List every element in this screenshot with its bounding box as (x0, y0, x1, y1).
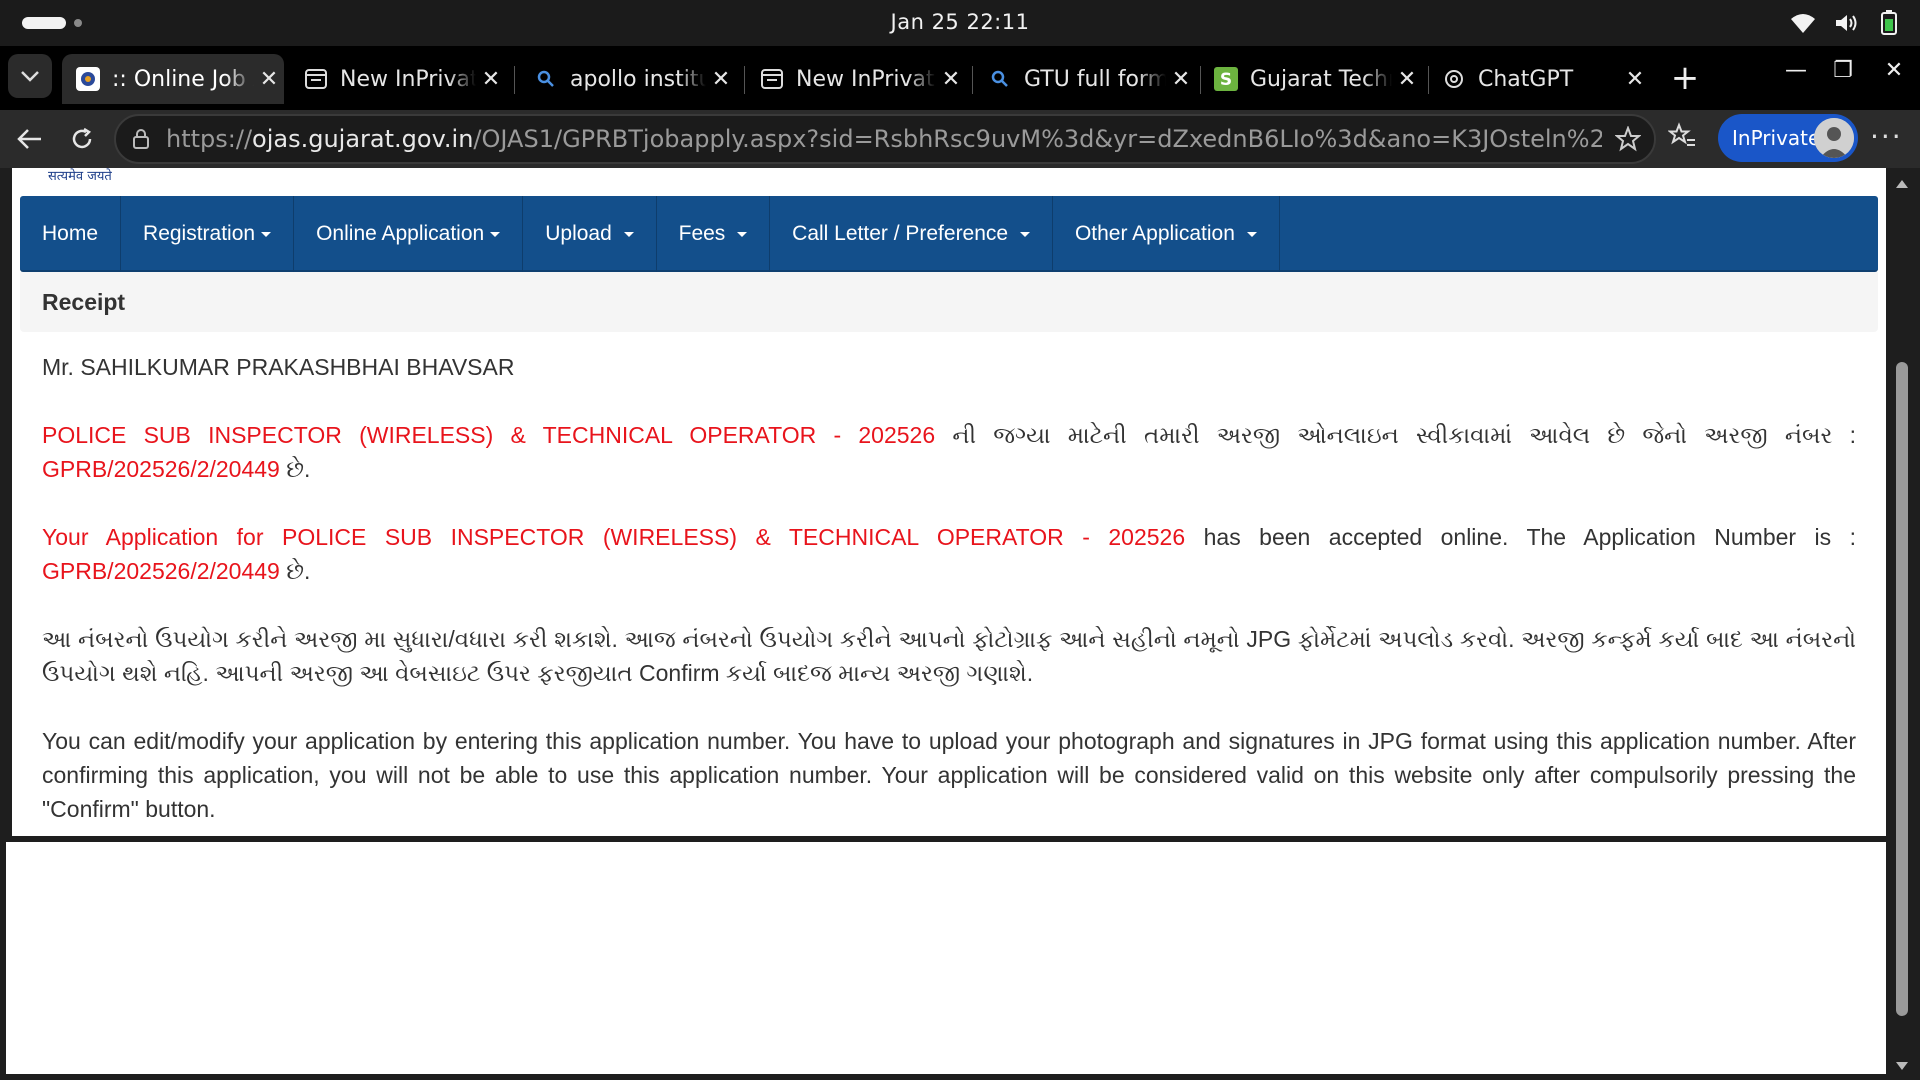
arrow-left-icon (17, 129, 41, 149)
english-acceptance-message: Your Application for POLICE SUB INSPECTO… (42, 524, 1857, 584)
caret-down-icon (1019, 231, 1030, 237)
tab-strip: :: Online Job Application System ✕ New I… (0, 46, 1920, 110)
more-options-button[interactable]: ··· (1870, 120, 1903, 153)
scroll-up-arrow-icon[interactable] (1896, 180, 1908, 188)
new-tab-button[interactable]: + (1666, 60, 1704, 98)
nav-fees[interactable]: Fees (657, 196, 771, 272)
nav-online-application[interactable]: Online Application (294, 196, 524, 272)
os-top-bar: Jan 25 22:11 (0, 0, 1920, 46)
inprivate-profile-button[interactable]: InPrivate (1718, 114, 1858, 162)
close-tab-icon[interactable]: ✕ (1392, 67, 1422, 92)
svg-text:S: S (1220, 70, 1232, 90)
emblem-caption: सत्यमेव जयते (48, 169, 112, 184)
back-button[interactable] (10, 119, 50, 159)
gujarati-acceptance-message: POLICE SUB INSPECTOR (WIRELESS) & TECHNI… (42, 422, 1856, 482)
caret-down-icon (1246, 231, 1257, 237)
inprivate-tab-icon (760, 67, 784, 91)
os-clock[interactable]: Jan 25 22:11 (0, 10, 1920, 34)
receipt-heading: Receipt (20, 272, 1878, 332)
browser-viewport: सत्यमेव जयते Home Registration Online Ap… (0, 168, 1920, 1080)
close-window-button[interactable]: ✕ (1874, 58, 1914, 83)
address-bar[interactable]: https://ojas.gujarat.gov.in/OJAS1/GPRBTj… (114, 114, 1656, 164)
vertical-scrollbar[interactable] (1888, 168, 1916, 1080)
nav-call-letter-preference[interactable]: Call Letter / Preference (770, 196, 1053, 272)
site-info-icon[interactable] (116, 128, 166, 150)
web-page: सत्यमेव जयते Home Registration Online Ap… (12, 168, 1886, 836)
close-tab-icon[interactable]: ✕ (936, 67, 966, 92)
chatgpt-icon (1442, 67, 1466, 91)
chevron-down-icon (21, 71, 39, 82)
ojas-emblem-icon (76, 67, 100, 91)
tab-ojas[interactable]: :: Online Job Application System ✕ (62, 54, 284, 104)
close-tab-icon[interactable]: ✕ (1166, 67, 1196, 92)
tab-new-inprivate-2[interactable]: New InPrivate tab ✕ (746, 54, 966, 104)
scroll-down-arrow-icon[interactable] (1896, 1062, 1908, 1070)
nav-home[interactable]: Home (20, 196, 122, 272)
wifi-icon[interactable] (1790, 12, 1816, 34)
s-logo-icon: S (1214, 67, 1238, 91)
close-tab-icon[interactable]: ✕ (476, 67, 506, 92)
caret-down-icon (737, 231, 748, 237)
page-blank-area (6, 842, 1886, 1074)
receipt-content: Mr. SAHILKUMAR PRAKASHBHAI BHAVSAR POLIC… (42, 350, 1856, 836)
avatar (1814, 118, 1854, 158)
scrollbar-thumb[interactable] (1896, 362, 1908, 1016)
tab-chatgpt[interactable]: ChatGPT ✕ (1428, 54, 1650, 104)
caret-down-icon (490, 231, 501, 237)
tab-new-inprivate-1[interactable]: New InPrivate tab ✕ (290, 54, 506, 104)
tab-gtu-search[interactable]: GTU full form ✕ (974, 54, 1196, 104)
nav-other-application[interactable]: Other Application (1053, 196, 1280, 272)
close-tab-icon[interactable]: ✕ (254, 67, 284, 92)
favorites-icon (1667, 122, 1695, 146)
english-instructions: You can edit/modify your application by … (42, 728, 1856, 822)
site-navbar: Home Registration Online Application Upl… (20, 196, 1878, 272)
tab-actions-menu-button[interactable] (8, 54, 52, 98)
close-tab-icon[interactable]: ✕ (706, 67, 736, 92)
nav-upload[interactable]: Upload (523, 196, 657, 272)
gujarati-instructions: આ નંબરનો ઉપયોગ કરીને અરજી મા સુધારા/વધાર… (42, 626, 1856, 686)
favorite-star-icon[interactable] (1602, 126, 1654, 152)
applicant-name: Mr. SAHILKUMAR PRAKASHBHAI BHAVSAR (42, 354, 515, 380)
tab-gtu[interactable]: S Gujarat Technological University ✕ (1200, 54, 1422, 104)
caret-down-icon (623, 231, 634, 237)
favorites-button[interactable] (1667, 122, 1696, 154)
volume-icon[interactable] (1834, 12, 1860, 34)
search-icon (534, 67, 558, 91)
minimize-window-button[interactable]: — (1776, 58, 1816, 83)
browser-toolbar: https://ojas.gujarat.gov.in/OJAS1/GPRBTj… (0, 110, 1920, 168)
close-tab-icon[interactable]: ✕ (1620, 67, 1650, 92)
caret-down-icon (261, 231, 272, 237)
nav-registration[interactable]: Registration (121, 196, 295, 272)
restore-window-button[interactable]: ❐ (1823, 58, 1863, 83)
inprivate-tab-icon (304, 67, 328, 91)
refresh-button[interactable] (62, 119, 102, 159)
url-text[interactable]: https://ojas.gujarat.gov.in/OJAS1/GPRBTj… (166, 125, 1602, 153)
refresh-icon (72, 127, 92, 149)
tab-apollo-search[interactable]: apollo institute of engineering ✕ (520, 54, 736, 104)
search-icon (988, 67, 1012, 91)
battery-icon[interactable] (1878, 10, 1900, 36)
